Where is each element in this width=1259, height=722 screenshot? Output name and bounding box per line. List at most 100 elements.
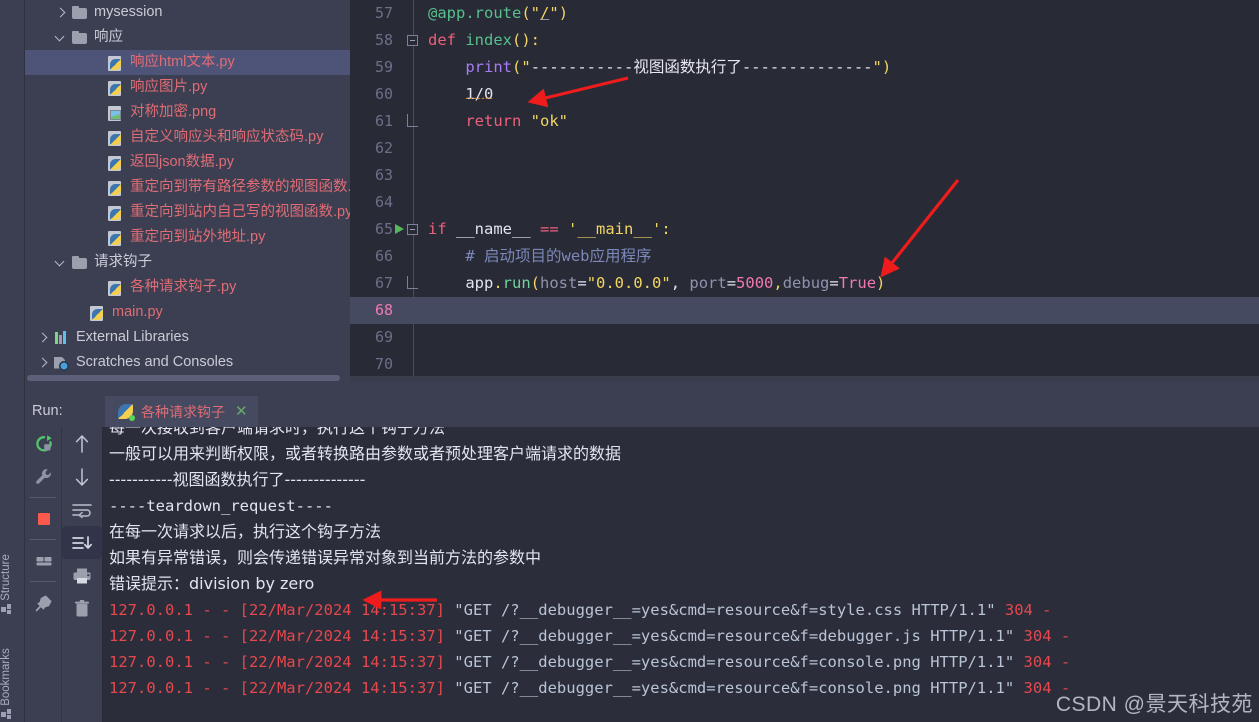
tree-item-label: mysession — [94, 4, 163, 20]
left-tool-strip: Structure Bookmarks — [0, 0, 25, 722]
code-fold-end-icon[interactable] — [407, 276, 418, 289]
folder-icon — [71, 30, 89, 46]
code-line[interactable]: 63 — [350, 162, 1259, 189]
tree-item[interactable]: 响应html文本.py — [25, 50, 350, 75]
code-token: " — [872, 58, 882, 76]
code-fold-toggle-icon[interactable] — [407, 224, 418, 235]
code-line[interactable]: 60 1/0 — [350, 81, 1259, 108]
console-output[interactable]: 每一次接收到客户端请求时，执行这个钩子方法 一般可以用来判断权限，或者转换路由参数… — [103, 427, 1259, 722]
chevron-right-icon[interactable] — [35, 355, 51, 371]
settings-button[interactable] — [25, 460, 62, 493]
code-editor[interactable]: 57 @app.route("/") 58 def index(): 59 print(… — [350, 0, 1259, 382]
python-file-icon — [107, 155, 125, 171]
run-tab-active[interactable]: 各种请求钩子 ✕ — [105, 396, 258, 427]
code-line[interactable]: 66 # 启动项目的web应用程序 — [350, 243, 1259, 270]
scroll-up-button[interactable] — [62, 427, 102, 460]
python-file-icon — [107, 230, 125, 246]
scroll-down-button[interactable] — [62, 460, 102, 493]
print-button[interactable] — [62, 559, 102, 592]
scroll-to-end-icon — [72, 535, 93, 549]
tree-item[interactable]: Scratches and Consoles — [25, 350, 350, 375]
sidebar-tool-bookmarks[interactable]: Bookmarks — [0, 624, 25, 719]
code-line[interactable]: 58 def index(): — [350, 27, 1259, 54]
code-line[interactable]: 61 return "ok" — [350, 108, 1259, 135]
code-text: if __name__ == '__main__': — [428, 216, 671, 243]
scroll-to-end-button[interactable] — [62, 526, 102, 559]
code-line[interactable]: 59 print("-----------视图函数执行了------------… — [350, 54, 1259, 81]
line-number: 64 — [374, 193, 393, 211]
stop-button[interactable] — [25, 502, 62, 535]
console-log-line: 127.0.0.1 - - [22/Mar/2024 14:15:37] "GE… — [109, 597, 1259, 623]
log-status: 304 - — [1023, 653, 1071, 671]
run-gutter-icon[interactable] — [395, 224, 404, 234]
code-fold-toggle-icon[interactable] — [407, 35, 418, 46]
tree-item[interactable]: 请求钩子 — [25, 250, 350, 275]
tree-item[interactable]: 响应图片.py — [25, 75, 350, 100]
run-toolbar-secondary — [62, 427, 102, 722]
tree-item[interactable]: 重定向到站外地址.py — [25, 225, 350, 250]
project-tree-horizontal-scrollbar[interactable] — [25, 373, 350, 382]
code-token: __name__ — [456, 220, 540, 238]
arrow-down-icon — [75, 467, 89, 486]
close-icon[interactable]: ✕ — [235, 404, 248, 419]
tree-item[interactable]: main.py — [25, 300, 350, 325]
pycharm-window: Structure Bookmarks mysession 响应 响应html文本.… — [0, 0, 1259, 722]
toolbar-separator — [30, 497, 56, 498]
pin-button[interactable] — [25, 586, 62, 619]
python-file-icon — [107, 180, 125, 196]
code-token: : — [661, 220, 671, 238]
console-line: 在每一次请求以后，执行这个钩子方法 — [109, 522, 382, 541]
tree-item-label: 对称加密.png — [130, 104, 217, 120]
code-token: run — [502, 274, 531, 292]
chevron-right-icon[interactable] — [35, 330, 51, 346]
chevron-right-icon[interactable] — [53, 5, 69, 21]
line-number: 59 — [374, 58, 393, 76]
tree-item[interactable]: 重定向到带有路径参数的视图函数.py — [25, 175, 350, 200]
code-lines[interactable]: 57 @app.route("/") 58 def index(): 59 print(… — [350, 0, 1259, 382]
image-file-icon — [107, 105, 125, 121]
chevron-down-icon[interactable] — [53, 30, 69, 46]
tree-item[interactable]: 对称加密.png — [25, 100, 350, 125]
code-token: app — [465, 274, 494, 292]
code-fold-end-icon[interactable] — [407, 114, 418, 127]
rerun-button[interactable] — [25, 427, 62, 460]
soft-wrap-button[interactable] — [62, 493, 102, 526]
project-tree[interactable]: mysession 响应 响应html文本.py 响应图片.py 对称加密.png 自定义… — [25, 0, 350, 382]
tree-item-label: 各种请求钩子.py — [130, 279, 237, 295]
code-token: ) — [881, 58, 892, 76]
log-request: "GET /?__debugger__=yes&cmd=resource&f=s… — [454, 601, 1005, 619]
code-line[interactable]: 64 — [350, 189, 1259, 216]
chevron-down-icon[interactable] — [53, 255, 69, 271]
code-token: / — [540, 4, 550, 22]
wrench-icon — [35, 468, 51, 484]
bookmarks-icon — [1, 709, 11, 719]
tree-item[interactable]: mysession — [25, 0, 350, 25]
code-token: = — [726, 274, 737, 292]
tree-item[interactable]: External Libraries — [25, 325, 350, 350]
code-token: True — [838, 274, 877, 292]
code-line[interactable]: 62 — [350, 135, 1259, 162]
clear-all-button[interactable] — [62, 592, 102, 625]
editor-run-divider[interactable] — [25, 382, 1259, 396]
scrollbar-thumb[interactable] — [27, 375, 340, 381]
tree-item[interactable]: 响应 — [25, 25, 350, 50]
line-number: 66 — [374, 247, 393, 265]
tree-item[interactable]: 重定向到站内自己写的视图函数.py — [25, 200, 350, 225]
structure-label: Structure — [0, 554, 12, 601]
sidebar-tool-structure[interactable]: Structure — [0, 524, 25, 614]
code-line[interactable]: 65 if __name__ == '__main__': — [350, 216, 1259, 243]
code-line[interactable]: 68 — [350, 297, 1259, 324]
tree-item[interactable]: 返回json数据.py — [25, 150, 350, 175]
tree-item[interactable]: 各种请求钩子.py — [25, 275, 350, 300]
layout-button[interactable] — [25, 544, 62, 577]
scratches-icon — [53, 355, 71, 371]
tree-item[interactable]: 自定义响应头和响应状态码.py — [25, 125, 350, 150]
log-status: 304 - — [1023, 679, 1071, 697]
code-line[interactable]: 70 — [350, 351, 1259, 378]
code-line[interactable]: 57 @app.route("/") — [350, 0, 1259, 27]
code-token: . — [493, 274, 503, 292]
code-line[interactable]: 67 app.run(host="0.0.0.0", port=5000,deb… — [350, 270, 1259, 297]
code-line[interactable]: 69 — [350, 324, 1259, 351]
